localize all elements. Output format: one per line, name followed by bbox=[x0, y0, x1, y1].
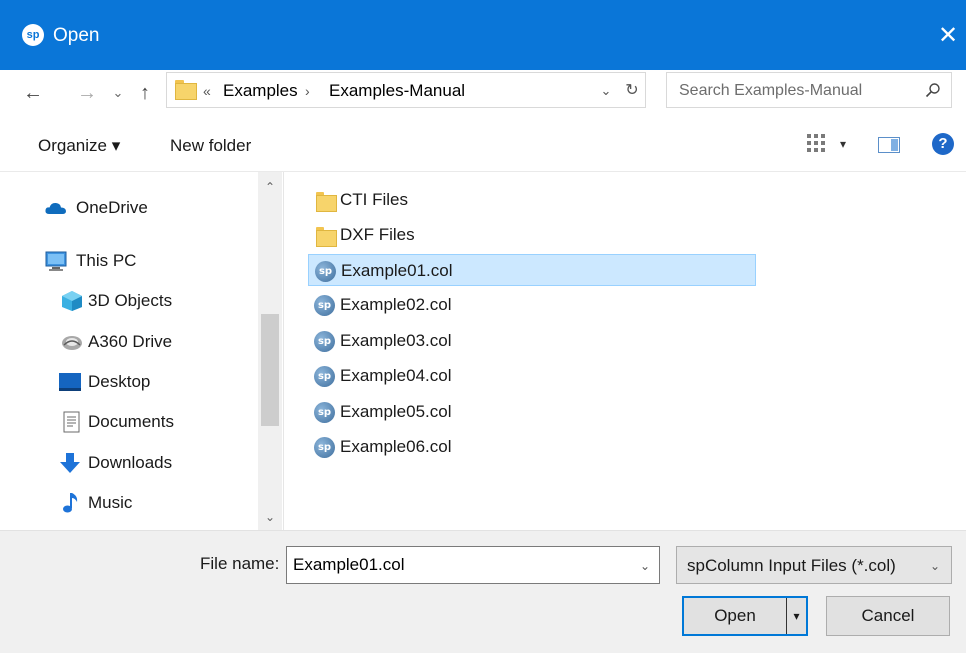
file-list: CTI Files DXF Files sp Example01.col sp … bbox=[284, 172, 966, 530]
desktop-icon bbox=[59, 373, 81, 391]
music-note-icon bbox=[63, 493, 78, 513]
preview-pane-icon[interactable] bbox=[878, 137, 900, 153]
sidebar-item-label: This PC bbox=[76, 251, 137, 270]
breadcrumb-examples[interactable]: Examples bbox=[223, 80, 298, 102]
file-name: Example04.col bbox=[340, 366, 452, 385]
list-item-file[interactable]: sp Example05.col bbox=[308, 396, 756, 428]
cancel-button[interactable]: Cancel bbox=[826, 596, 950, 636]
sidebar-item-onedrive[interactable]: OneDrive bbox=[0, 190, 258, 226]
list-item-folder[interactable]: CTI Files bbox=[308, 184, 756, 216]
folder-icon bbox=[175, 80, 197, 100]
sidebar-item-documents[interactable]: Documents bbox=[0, 404, 258, 440]
search-icon[interactable] bbox=[925, 82, 941, 98]
open-button-label[interactable]: Open bbox=[684, 598, 786, 634]
address-dropdown-button[interactable]: ⌄ bbox=[596, 80, 616, 102]
close-button[interactable]: ✕ bbox=[930, 16, 966, 56]
scrollbar-thumb[interactable] bbox=[261, 314, 279, 426]
file-type-select[interactable]: spColumn Input Files (*.col) ⌄ bbox=[676, 546, 952, 584]
file-name-dropdown-button[interactable]: ⌄ bbox=[636, 556, 654, 576]
open-button[interactable]: Open ▾ bbox=[682, 596, 808, 636]
list-item-file[interactable]: sp Example03.col bbox=[308, 325, 756, 357]
cube-icon bbox=[62, 291, 82, 311]
sidebar-item-a360-drive[interactable]: A360 Drive bbox=[0, 324, 258, 360]
spcolumn-file-icon: sp bbox=[314, 331, 335, 352]
view-dropdown-button[interactable]: ▾ bbox=[836, 134, 850, 154]
breadcrumb-overflow[interactable]: « bbox=[203, 80, 211, 102]
file-name: Example06.col bbox=[340, 437, 452, 456]
address-bar[interactable]: « Examples › Examples-Manual bbox=[166, 72, 646, 108]
recent-locations-button[interactable]: ⌄ bbox=[111, 78, 125, 108]
computer-icon bbox=[45, 251, 67, 271]
title-bar: sp Open ✕ bbox=[0, 0, 966, 70]
open-dialog: sp Open ✕ ← → ⌄ ↑ « Examples › Examples-… bbox=[0, 0, 966, 653]
spcolumn-file-icon: sp bbox=[314, 295, 335, 316]
navigation-pane-scrollbar[interactable]: ⌃ ⌄ bbox=[258, 172, 282, 530]
search-placeholder: Search Examples-Manual bbox=[679, 82, 863, 99]
sidebar-item-label: OneDrive bbox=[76, 198, 148, 217]
drive-icon bbox=[62, 336, 82, 350]
breadcrumb-examples-manual[interactable]: Examples-Manual bbox=[329, 80, 465, 102]
sidebar-item-desktop[interactable]: Desktop bbox=[0, 364, 258, 400]
list-item-file[interactable]: sp Example02.col bbox=[308, 289, 756, 321]
change-view-icon[interactable] bbox=[806, 133, 826, 153]
sidebar-item-this-pc[interactable]: This PC bbox=[0, 243, 258, 279]
scroll-down-button[interactable]: ⌄ bbox=[258, 506, 282, 528]
sidebar-item-label: Music bbox=[88, 493, 133, 512]
window-title: Open bbox=[53, 25, 100, 46]
chevron-down-icon[interactable]: ⌄ bbox=[927, 556, 943, 576]
sidebar-item-label: A360 Drive bbox=[88, 332, 173, 351]
file-type-value: spColumn Input Files (*.col) bbox=[687, 556, 896, 575]
sidebar-item-label: Documents bbox=[88, 412, 174, 431]
new-folder-button[interactable]: New folder bbox=[170, 134, 251, 158]
cloud-icon bbox=[45, 202, 66, 214]
up-button[interactable]: ↑ bbox=[134, 78, 156, 108]
folder-icon bbox=[316, 192, 337, 212]
organize-menu-button[interactable]: Organize ▾ bbox=[38, 134, 120, 158]
file-name: DXF Files bbox=[340, 225, 415, 244]
spcolumn-file-icon: sp bbox=[315, 261, 336, 282]
spcolumn-file-icon: sp bbox=[314, 366, 335, 387]
file-name-input[interactable] bbox=[286, 546, 660, 584]
app-logo-icon: sp bbox=[22, 24, 44, 46]
list-item-folder[interactable]: DXF Files bbox=[308, 219, 756, 251]
refresh-button[interactable]: ↻ bbox=[620, 78, 644, 104]
sidebar-item-downloads[interactable]: Downloads bbox=[0, 445, 258, 481]
list-item-file[interactable]: sp Example04.col bbox=[308, 360, 756, 392]
sidebar-item-label: 3D Objects bbox=[88, 291, 173, 310]
file-name: Example03.col bbox=[340, 331, 452, 350]
navigation-pane: OneDrive This PC 3D Objects A360 Drive D… bbox=[0, 172, 282, 530]
help-icon[interactable]: ? bbox=[932, 133, 954, 155]
download-icon bbox=[60, 453, 80, 473]
search-input[interactable]: Search Examples-Manual bbox=[666, 72, 952, 108]
sidebar-item-label: Downloads bbox=[88, 453, 173, 472]
list-item-file-selected[interactable]: sp Example01.col bbox=[308, 254, 756, 286]
list-item-file[interactable]: sp Example06.col bbox=[308, 431, 756, 463]
file-name: Example01.col bbox=[341, 261, 453, 280]
folder-icon bbox=[316, 227, 337, 247]
forward-button[interactable]: → bbox=[76, 78, 98, 108]
scroll-up-button[interactable]: ⌃ bbox=[258, 176, 282, 198]
spcolumn-file-icon: sp bbox=[314, 402, 335, 423]
open-split-dropdown-button[interactable]: ▾ bbox=[786, 598, 806, 634]
sidebar-item-label: Desktop bbox=[88, 372, 151, 391]
file-name: Example02.col bbox=[340, 295, 452, 314]
document-icon bbox=[63, 411, 80, 433]
breadcrumb-separator[interactable]: › bbox=[305, 80, 310, 102]
back-button[interactable]: ← bbox=[22, 78, 44, 108]
spcolumn-file-icon: sp bbox=[314, 437, 335, 458]
file-name: CTI Files bbox=[340, 190, 408, 209]
sidebar-item-music[interactable]: Music bbox=[0, 485, 258, 521]
sidebar-item-3d-objects[interactable]: 3D Objects bbox=[0, 283, 258, 319]
file-name-label: File name: bbox=[200, 554, 280, 573]
file-name: Example05.col bbox=[340, 402, 452, 421]
